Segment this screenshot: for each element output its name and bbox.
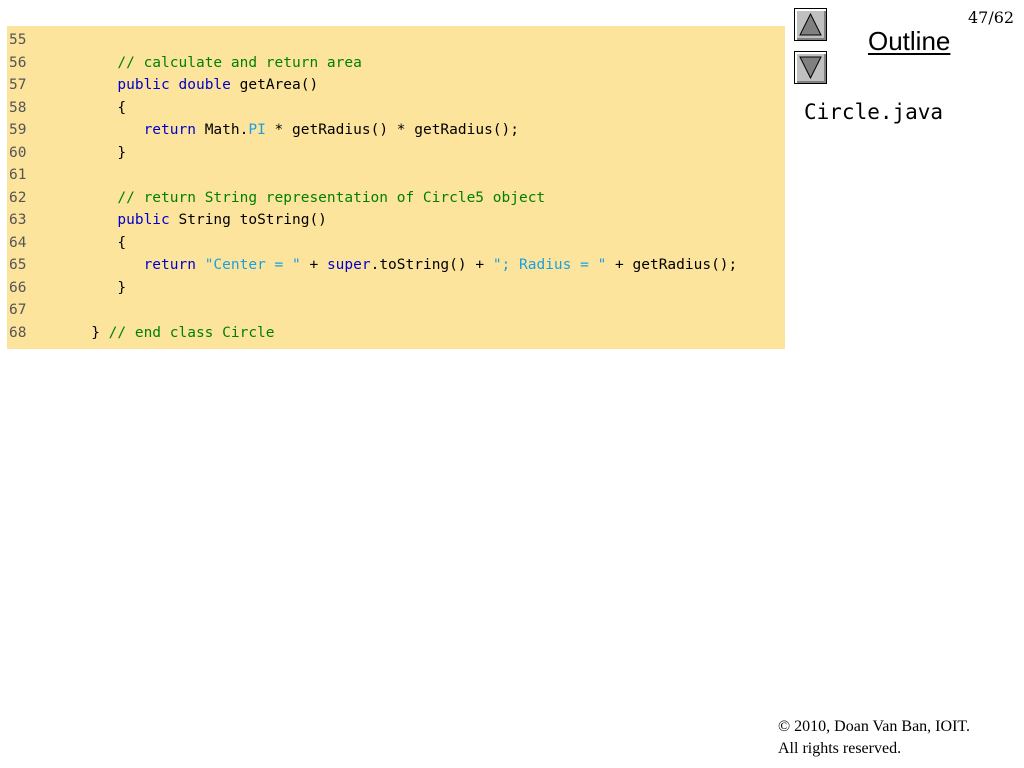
code-text: } <box>65 277 126 299</box>
code-text: return "Center = " + super.toString() + … <box>65 254 738 276</box>
code-panel: 55 56 // calculate and return area 57 publ… <box>7 26 785 349</box>
code-token-comment: // return String representation of Circl… <box>117 189 546 206</box>
line-number: 58 <box>9 99 27 116</box>
code-text: } <box>65 142 126 164</box>
code-token-comment: // calculate and return area <box>117 54 362 71</box>
line-number: 68 <box>9 324 27 341</box>
line-number: 66 <box>9 279 27 296</box>
code-token-plain: } <box>65 144 127 161</box>
next-slide-button[interactable] <box>794 51 827 84</box>
code-token-keyword: public <box>117 77 170 93</box>
code-token-plain: { <box>65 234 127 251</box>
filename-label: Circle.java <box>804 100 944 124</box>
code-token-plain: getArea() <box>230 77 319 93</box>
triangle-up-icon <box>799 12 822 36</box>
line-number: 64 <box>9 234 27 251</box>
code-token-plain: + <box>300 257 327 273</box>
code-token-keyword: return <box>143 122 196 138</box>
code-token-keyword: super <box>326 257 371 273</box>
line-number: 57 <box>9 77 27 93</box>
code-token-keyword: double <box>178 77 231 93</box>
line-number: 65 <box>9 257 27 273</box>
line-number: 61 <box>9 167 27 183</box>
code-token-plain: } <box>65 324 109 341</box>
line-number: 60 <box>9 144 27 161</box>
code-token-constant: PI <box>248 122 266 138</box>
code-token-plain: + getRadius(); <box>606 257 738 273</box>
code-token-plain: Math. <box>195 122 249 138</box>
code-text: return Math.PI * getRadius() * getRadius… <box>65 119 519 141</box>
code-token-comment: // end class Circle <box>108 324 275 341</box>
line-number: 55 <box>9 32 27 48</box>
code-token-plain: * getRadius() * getRadius(); <box>265 122 519 138</box>
line-number: 59 <box>9 122 27 138</box>
code-text: { <box>65 232 126 254</box>
copyright-notice: © 2010, Doan Van Ban, IOIT. All rights r… <box>778 716 970 760</box>
code-text: public String toString() <box>65 209 327 231</box>
code-text: { <box>65 97 126 119</box>
line-number: 67 <box>9 302 27 318</box>
code-token-string: "Center = " <box>204 257 301 273</box>
code-token-string: "; Radius = " <box>492 257 607 273</box>
line-number: 62 <box>9 189 27 206</box>
code-text: } // end class Circle <box>65 322 275 344</box>
triangle-down-icon <box>799 56 822 80</box>
slide-number: 47/62 <box>968 8 1015 27</box>
line-number: 56 <box>9 54 27 71</box>
outline-link[interactable]: Outline <box>868 26 950 57</box>
code-token-plain: } <box>65 279 127 296</box>
copyright-line-2: All rights reserved. <box>778 740 902 757</box>
code-token-keyword: return <box>143 257 196 273</box>
code-text: // calculate and return area <box>65 52 362 74</box>
copyright-line-1: © 2010, Doan Van Ban, IOIT. <box>778 718 970 735</box>
line-number: 63 <box>9 212 27 228</box>
code-token-plain: { <box>65 99 127 116</box>
previous-slide-button[interactable] <box>794 8 827 41</box>
code-token-plain: String toString() <box>169 212 327 228</box>
code-text: // return String representation of Circl… <box>65 187 545 209</box>
code-text: public double getArea() <box>65 74 318 96</box>
code-token-plain: .toString() + <box>370 257 493 273</box>
code-token-keyword: public <box>117 212 170 228</box>
